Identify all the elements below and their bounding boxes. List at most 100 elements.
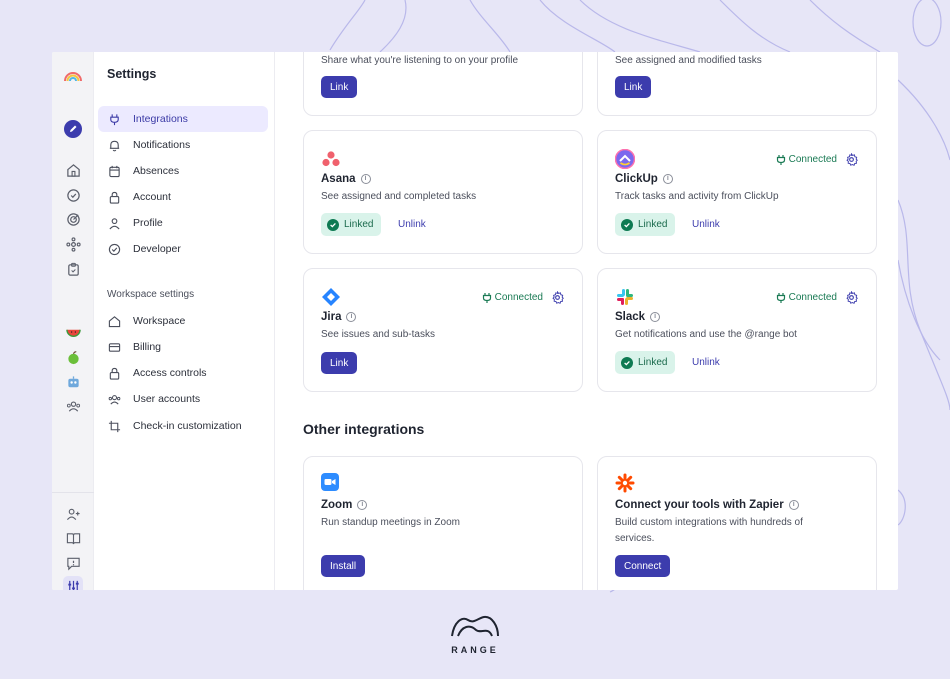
zoom-install-button[interactable]: Install — [321, 555, 366, 577]
nav-item-integrations[interactable]: Integrations — [98, 106, 268, 132]
feedback-icon[interactable] — [63, 553, 83, 573]
info-icon[interactable]: i — [788, 500, 799, 510]
slack-linked-badge: Linked — [615, 351, 676, 374]
nav-item-workspace[interactable]: Workspace — [98, 308, 268, 334]
jira-connected-status: Connected — [482, 291, 564, 304]
asana-linked-badge: Linked — [321, 213, 382, 236]
rainbow-logo-icon[interactable] — [63, 66, 83, 86]
icon-rail — [52, 52, 94, 590]
linked-label: Linked — [638, 219, 668, 230]
jira-link-button[interactable]: Link — [321, 352, 358, 374]
nav-item-user-accounts[interactable]: User accounts — [98, 386, 268, 412]
slack-card: Connected Slack i Get notifications and u… — [597, 268, 877, 392]
nav-item-profile[interactable]: Profile — [98, 210, 268, 236]
home-icon — [107, 314, 121, 328]
card-name: ClickUp — [615, 173, 658, 185]
info-icon[interactable]: i — [346, 312, 357, 322]
spotify-link-button[interactable]: Link — [321, 76, 358, 98]
zoom-title: Zoom i — [321, 499, 368, 511]
plug-icon — [776, 292, 785, 303]
card-description: See issues and sub-tasks — [321, 329, 435, 340]
check-icon — [327, 218, 339, 231]
nav-item-access-controls[interactable]: Access controls — [98, 360, 268, 386]
card-name: Asana — [321, 173, 356, 185]
info-icon[interactable]: i — [650, 312, 661, 322]
nav-item-billing[interactable]: Billing — [98, 334, 268, 360]
zapier-connect-button[interactable]: Connect — [615, 555, 671, 577]
asana-logo-icon — [322, 151, 340, 167]
connected-label: Connected — [788, 292, 837, 303]
bell-icon — [107, 138, 121, 152]
zapier-card: Connect your tools with Zapier i Build cu… — [597, 456, 877, 590]
info-icon[interactable]: i — [360, 174, 371, 184]
nav-item-account[interactable]: Account — [98, 184, 268, 210]
card-description: Track tasks and activity from ClickUp — [615, 191, 779, 202]
person-icon — [107, 216, 121, 230]
slack-title: Slack i — [615, 311, 661, 323]
settings-nav: Settings Integrations Notifications Abse… — [94, 52, 275, 590]
watermelon-icon[interactable] — [63, 322, 83, 342]
edit-icon[interactable] — [63, 119, 83, 139]
nav-item-developer[interactable]: Developer — [98, 236, 268, 262]
linked-label: Linked — [638, 357, 668, 368]
github-link-button[interactable]: Link — [615, 76, 652, 98]
nav-item-absences[interactable]: Absences — [98, 158, 268, 184]
robot-icon[interactable] — [63, 372, 83, 392]
card-name: Zoom — [321, 499, 353, 511]
users-icon — [107, 392, 121, 406]
jira-logo-icon — [322, 288, 340, 306]
settings-sliders-icon[interactable] — [63, 576, 83, 590]
plug-icon — [107, 112, 121, 126]
target-icon[interactable] — [63, 209, 83, 229]
connected-label: Connected — [788, 154, 837, 165]
add-user-icon[interactable] — [63, 504, 83, 524]
nav-item-label: User accounts — [133, 393, 201, 405]
check-circle-icon[interactable] — [63, 185, 83, 205]
clickup-connected-status: Connected — [776, 153, 858, 166]
integrations-main: Share what you're listening to on your p… — [275, 52, 898, 590]
nav-item-label: Account — [133, 191, 171, 203]
card-name: Connect your tools with Zapier — [615, 499, 784, 511]
clickup-card: Connected ClickUp i Track tasks and activ… — [597, 130, 877, 254]
range-brand: RANGE — [448, 612, 502, 655]
info-icon[interactable]: i — [357, 500, 368, 510]
gear-icon[interactable] — [845, 291, 858, 304]
card-description: Run standup meetings in Zoom — [321, 517, 460, 528]
zoom-card: Zoom i Run standup meetings in Zoom Insta… — [303, 456, 583, 590]
plug-icon — [776, 154, 785, 165]
home-icon[interactable] — [63, 160, 83, 180]
nav-item-check-in-customization[interactable]: Check-in customization — [98, 413, 268, 439]
connected-label: Connected — [494, 292, 543, 303]
range-mountain-logo-icon — [451, 615, 499, 637]
github-card: See assigned and modified tasks Link — [597, 52, 877, 116]
linked-label: Linked — [344, 219, 374, 230]
gear-icon[interactable] — [845, 153, 858, 166]
slack-unlink-link[interactable]: Unlink — [692, 357, 720, 368]
nav-item-notifications[interactable]: Notifications — [98, 132, 268, 158]
check-icon — [621, 218, 633, 231]
plug-icon — [482, 292, 491, 303]
calendar-icon — [107, 164, 121, 178]
apple-icon[interactable] — [63, 347, 83, 367]
asana-unlink-link[interactable]: Unlink — [398, 219, 426, 230]
nav-item-label: Workspace — [133, 315, 186, 327]
asana-title: Asana i — [321, 173, 371, 185]
gear-icon[interactable] — [551, 291, 564, 304]
workspace-settings-heading: Workspace settings — [107, 289, 195, 300]
graph-icon[interactable] — [63, 234, 83, 254]
info-icon[interactable]: i — [662, 174, 673, 184]
jira-title: Jira i — [321, 311, 357, 323]
range-wordmark: RANGE — [451, 645, 499, 655]
zoom-logo-icon — [321, 473, 339, 491]
clickup-linked-badge: Linked — [615, 213, 676, 236]
clickup-unlink-link[interactable]: Unlink — [692, 219, 720, 230]
book-icon[interactable] — [63, 528, 83, 548]
lock-icon — [107, 366, 121, 380]
team-icon[interactable] — [63, 396, 83, 416]
lock-icon — [107, 190, 121, 204]
card-description: See assigned and modified tasks — [615, 55, 762, 66]
nav-item-label: Billing — [133, 341, 162, 353]
clipboard-icon[interactable] — [63, 259, 83, 279]
card-description: See assigned and completed tasks — [321, 191, 477, 202]
card-description: Build custom integrations with hundreds … — [615, 517, 803, 544]
